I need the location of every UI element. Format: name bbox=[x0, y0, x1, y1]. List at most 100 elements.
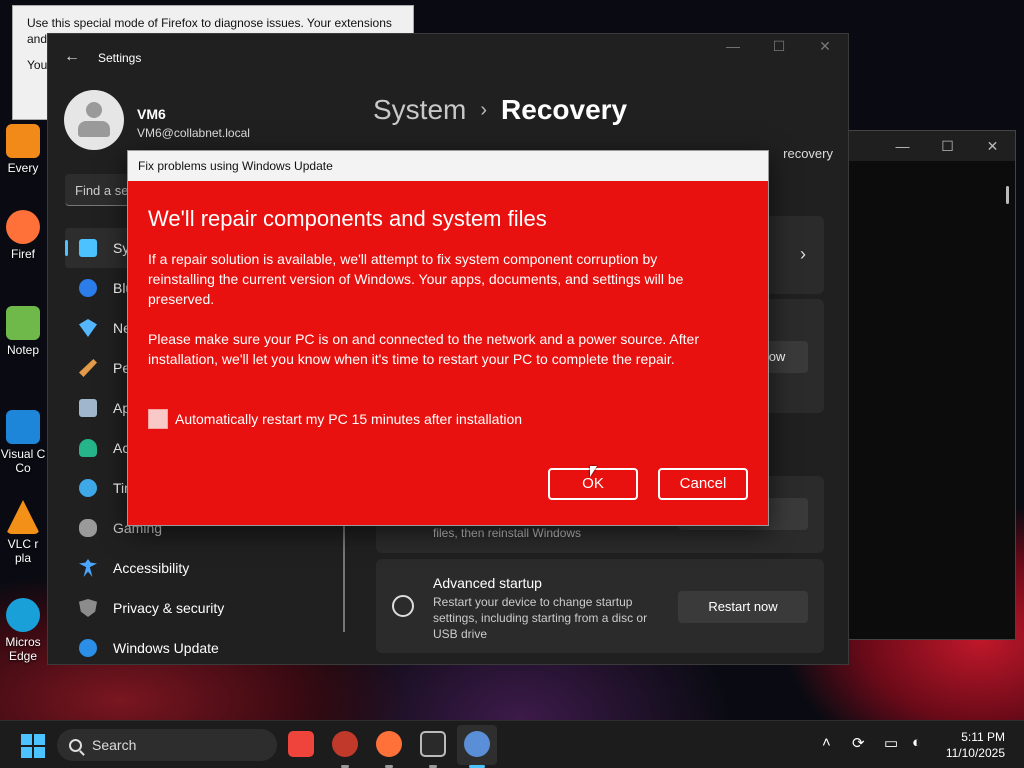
desktop-icon-label: Every bbox=[7, 161, 39, 175]
advanced-startup-card: Advanced startup Restart your device to … bbox=[376, 559, 824, 653]
start-button[interactable] bbox=[21, 734, 45, 758]
shield-icon bbox=[79, 599, 97, 617]
nav-item-windows-update[interactable]: Windows Update bbox=[65, 628, 335, 664]
avatar-head bbox=[86, 102, 102, 118]
taskbar-clock[interactable]: 5:11 PM 11/10/2025 bbox=[946, 729, 1005, 761]
nav-label: Privacy & security bbox=[113, 600, 225, 616]
dialog-title: Fix problems using Windows Update bbox=[128, 151, 768, 181]
nav-label: Accessibility bbox=[113, 560, 190, 576]
avatar-body bbox=[78, 121, 110, 137]
mouse-cursor-icon bbox=[590, 466, 597, 477]
vlc-icon bbox=[6, 500, 40, 534]
taskbar: Search ˄ ⟳ ▭ ◐ 5:11 PM 11/10/2025 bbox=[0, 720, 1024, 768]
desktop-icon-firefox[interactable]: Firef bbox=[0, 210, 50, 261]
anydesk-icon[interactable] bbox=[288, 731, 314, 757]
desktop-icon-everything[interactable]: Every bbox=[0, 124, 50, 175]
back-arrow-icon[interactable]: ← bbox=[64, 48, 80, 66]
apps-icon bbox=[79, 399, 97, 417]
app-red-icon[interactable] bbox=[332, 731, 358, 757]
auto-restart-checkbox-row[interactable]: Automatically restart my PC 15 minutes a… bbox=[148, 409, 522, 429]
profile-name: VM6 bbox=[137, 106, 166, 122]
desktop-icon-label-line2: pla bbox=[14, 551, 31, 565]
window-controls: — ☐ ✕ bbox=[710, 38, 848, 55]
page-title: Recovery bbox=[501, 94, 628, 125]
wifi-icon bbox=[79, 319, 97, 337]
windows-logo-tile bbox=[21, 734, 32, 745]
chevron-right-icon: › bbox=[480, 98, 488, 121]
maximize-icon[interactable]: ☐ bbox=[925, 138, 970, 155]
desktop-icon-edge[interactable]: Micros Edge bbox=[0, 598, 50, 663]
system-icon bbox=[79, 239, 97, 257]
minimize-button[interactable]: — bbox=[710, 38, 756, 55]
bluetooth-icon bbox=[79, 279, 97, 297]
accessibility-icon bbox=[79, 559, 97, 577]
nav-item-accessibility[interactable]: Accessibility bbox=[65, 548, 335, 588]
brush-icon bbox=[79, 359, 97, 377]
dialog-paragraph-1: If a repair solution is available, we'll… bbox=[148, 251, 684, 307]
gaming-icon bbox=[79, 519, 97, 537]
desktop-icon-label: Micros bbox=[5, 635, 41, 649]
terminal-titlebar: — ☐ ✕ bbox=[849, 131, 1015, 161]
nav-item-privacy[interactable]: Privacy & security bbox=[65, 588, 335, 628]
breadcrumb-parent[interactable]: System bbox=[373, 94, 466, 126]
network-icon[interactable]: ◐ bbox=[912, 734, 921, 751]
chevron-up-icon[interactable]: ˄ bbox=[822, 734, 831, 751]
windows-logo-tile bbox=[34, 734, 45, 745]
desktop-icon-label-line2: Edge bbox=[8, 649, 38, 663]
search-icon bbox=[69, 738, 82, 752]
advanced-startup-description: Restart your device to change startup se… bbox=[433, 595, 648, 641]
fix-problems-dialog: Fix problems using Windows Update We'll … bbox=[127, 150, 769, 526]
profile-email: VM6@collabnet.local bbox=[137, 126, 250, 140]
taskbar-search[interactable]: Search bbox=[57, 729, 277, 761]
accounts-icon bbox=[79, 439, 97, 457]
firefox-icon bbox=[6, 210, 40, 244]
clock-time: 5:11 PM bbox=[961, 730, 1005, 744]
desktop-icon-label-line2: Co bbox=[15, 461, 31, 475]
advanced-startup-title: Advanced startup bbox=[433, 575, 542, 591]
auto-restart-checkbox[interactable] bbox=[148, 409, 168, 429]
cancel-button[interactable]: Cancel bbox=[658, 468, 748, 500]
nav-scrollbar[interactable] bbox=[343, 524, 345, 632]
windows-logo-tile bbox=[34, 747, 45, 758]
desktop-icon-vlc[interactable]: VLC r pla bbox=[0, 500, 50, 565]
terminal-icon[interactable] bbox=[420, 731, 446, 757]
notepad-icon bbox=[6, 306, 40, 340]
desktop-icon-label: Firef bbox=[11, 247, 35, 261]
reinstall-description: files, then reinstall Windows bbox=[433, 526, 582, 540]
nav-label: Windows Update bbox=[113, 640, 219, 656]
windows-logo-tile bbox=[21, 747, 32, 758]
avatar bbox=[64, 90, 124, 150]
minimize-icon[interactable]: — bbox=[880, 138, 925, 154]
clock-date: 11/10/2025 bbox=[945, 746, 1005, 760]
desktop-icon-label: Notep bbox=[6, 343, 40, 357]
dialog-heading: We'll repair components and system files bbox=[148, 206, 547, 231]
time-icon bbox=[79, 479, 97, 497]
desktop-icon-label: VLC r bbox=[7, 537, 39, 551]
terminal-window[interactable]: — ☐ ✕ bbox=[848, 130, 1016, 640]
display-icon[interactable]: ▭ bbox=[884, 734, 898, 752]
firefox-tip-line1: Use this special mode of Firefox to diag… bbox=[27, 16, 392, 30]
settings-icon[interactable] bbox=[464, 731, 490, 757]
edge-icon bbox=[6, 598, 40, 632]
breadcrumb: System › Recovery bbox=[373, 94, 627, 126]
firefox-icon[interactable] bbox=[376, 731, 402, 757]
update-icon bbox=[79, 639, 97, 657]
settings-title: Settings bbox=[98, 51, 142, 65]
advanced-startup-icon bbox=[392, 595, 414, 617]
close-icon[interactable]: ✕ bbox=[970, 138, 1015, 155]
terminal-scrollbar[interactable] bbox=[1006, 186, 1009, 204]
restart-now-button[interactable]: Restart now bbox=[678, 591, 808, 623]
desktop-icon-vscode[interactable]: Visual C Co bbox=[0, 410, 50, 475]
maximize-button[interactable]: ☐ bbox=[756, 38, 802, 55]
everything-icon bbox=[6, 124, 40, 158]
settings-titlebar: ← Settings — ☐ ✕ bbox=[48, 34, 848, 82]
desktop-icon-notepad[interactable]: Notep bbox=[0, 306, 50, 357]
update-status-icon[interactable]: ⟳ bbox=[852, 734, 865, 752]
chevron-right-icon: › bbox=[800, 244, 806, 264]
close-button[interactable]: ✕ bbox=[802, 38, 848, 55]
dialog-paragraph-2: Please make sure your PC is on and conne… bbox=[148, 331, 699, 367]
desktop-icon-label: Visual C bbox=[0, 447, 46, 461]
vscode-icon bbox=[6, 410, 40, 444]
auto-restart-label: Automatically restart my PC 15 minutes a… bbox=[175, 411, 523, 427]
taskbar-search-label: Search bbox=[92, 737, 137, 753]
